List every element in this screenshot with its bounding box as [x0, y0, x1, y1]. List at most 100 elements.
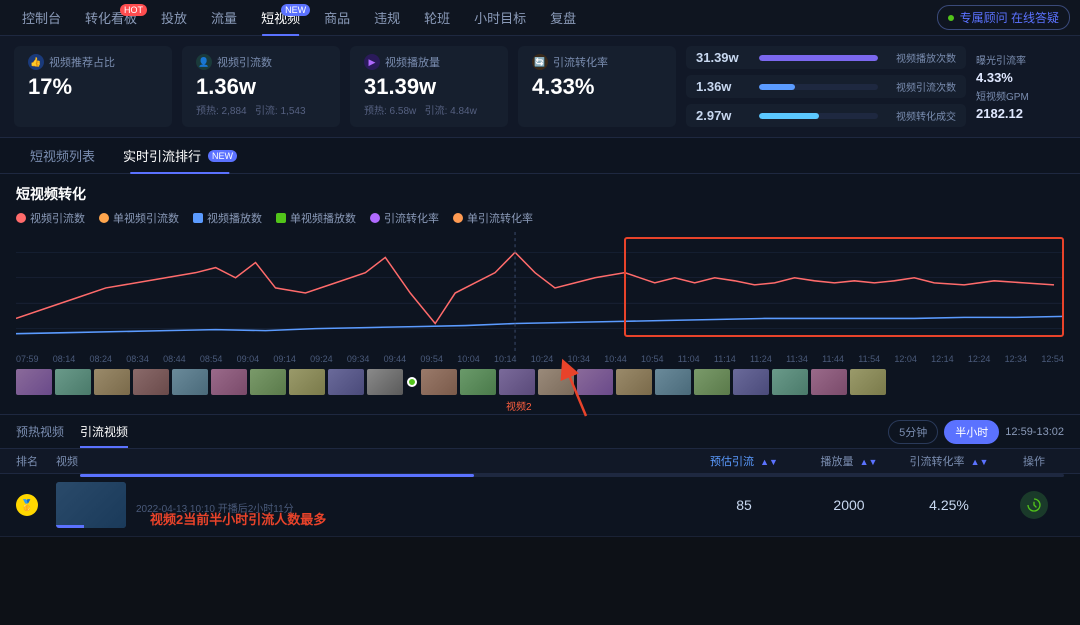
- stat-sub-play: 预热: 6.58w 引流: 4.84w: [364, 102, 494, 117]
- video2-marker: [406, 377, 418, 387]
- stats-right-panel: 31.39w 视频播放次数 1.36w 视频引流次数 2.97w 视频转化成交: [686, 46, 966, 127]
- thumb-4[interactable]: [133, 369, 169, 395]
- video-thumb-img: [56, 482, 126, 528]
- nav-product[interactable]: 商品: [312, 0, 362, 36]
- bottom-tab-flow[interactable]: 引流视频: [80, 419, 128, 444]
- nav-violation[interactable]: 违规: [362, 0, 412, 36]
- th-video: 视频: [56, 453, 684, 469]
- th-action: 操作: [1004, 453, 1064, 469]
- sub-tab-list[interactable]: 短视频列表: [16, 138, 109, 174]
- thumb-11[interactable]: [421, 369, 457, 395]
- right-row-flow: 1.36w 视频引流次数: [686, 75, 966, 98]
- thumb-7[interactable]: [250, 369, 286, 395]
- nav-hourly[interactable]: 小时目标: [462, 0, 538, 36]
- sort-play-icon: ▲▼: [860, 457, 878, 467]
- thumb-1[interactable]: [16, 369, 52, 395]
- flow-icon: 👤: [196, 54, 212, 70]
- th-rate[interactable]: 引流转化率 ▲▼: [894, 453, 1004, 469]
- thumb-17[interactable]: [655, 369, 691, 395]
- legend-sq-single-play: [276, 213, 286, 223]
- right-val-flow: 1.36w: [696, 79, 751, 94]
- th-flow[interactable]: 预估引流 ▲▼: [684, 453, 804, 469]
- advisor-button[interactable]: 专属顾问 在线答疑: [937, 5, 1070, 30]
- nav-conversion[interactable]: 转化看板 HOT: [73, 0, 149, 36]
- right-row-play: 31.39w 视频播放次数: [686, 46, 966, 69]
- nav-shortvideo[interactable]: 短视频 NEW: [249, 0, 312, 36]
- thumb-2[interactable]: [55, 369, 91, 395]
- nav-console[interactable]: 控制台: [10, 0, 73, 36]
- sub-tabs: 短视频列表 实时引流排行 NEW: [0, 138, 1080, 174]
- far-right-exposure-label: 曝光引流率: [976, 52, 1066, 67]
- btn-halfhour[interactable]: 半小时: [944, 420, 999, 444]
- sort-rate-icon: ▲▼: [971, 457, 989, 467]
- thumb-8[interactable]: [289, 369, 325, 395]
- thumb-20[interactable]: [772, 369, 808, 395]
- right-val-convert: 2.97w: [696, 108, 751, 123]
- th-rank: 排名: [16, 453, 56, 469]
- right-bar-fill-flow: [759, 84, 795, 90]
- chart-section: 短视频转化 视频引流数 单视频引流数 视频播放数 单视频播放数 引流转化率 单引…: [0, 174, 1080, 414]
- stat-card-recommend: 👍 视频推荐占比 17%: [14, 46, 172, 127]
- thumb-18[interactable]: [694, 369, 730, 395]
- bottom-tab-preheat[interactable]: 预热视频: [16, 419, 64, 444]
- stat-value-flow: 1.36w: [196, 74, 326, 100]
- stat-sub-flow: 预热: 2,884 引流: 1,543: [196, 102, 326, 117]
- legend-dot-flow: [16, 213, 26, 223]
- legend-dot-single-flow: [99, 213, 109, 223]
- thumb-12[interactable]: [460, 369, 496, 395]
- sub-tab-realtime[interactable]: 实时引流排行 NEW: [109, 138, 251, 174]
- chart-canvas: [16, 232, 1064, 352]
- recommend-icon: 👍: [28, 54, 44, 70]
- sort-flow-icon: ▲▼: [760, 457, 778, 467]
- action-icon-svg: [1026, 497, 1042, 513]
- video2-dot: [407, 377, 417, 387]
- nav-shift[interactable]: 轮班: [412, 0, 462, 36]
- thumb-19[interactable]: [733, 369, 769, 395]
- right-bar-play: [759, 55, 878, 61]
- right-val-play: 31.39w: [696, 50, 751, 65]
- table-header: 排名 视频 预估引流 ▲▼ 播放量 ▲▼ 引流转化率 ▲▼ 操作: [0, 449, 1080, 474]
- legend-play: 视频播放数: [193, 210, 262, 226]
- thumb-9[interactable]: [328, 369, 364, 395]
- row-progress-fill: [80, 474, 474, 477]
- stat-card-rate: 🔄 引流转化率 4.33%: [518, 46, 676, 127]
- legend-dot-rate: [370, 213, 380, 223]
- right-label-convert: 视频转化成交: [886, 108, 956, 123]
- rank-badge: 🥇: [16, 494, 56, 516]
- td-action: [1004, 491, 1064, 519]
- thumb-10[interactable]: [367, 369, 403, 395]
- action-button[interactable]: [1020, 491, 1048, 519]
- thumb-22[interactable]: [850, 369, 886, 395]
- table-row: 🥇 2022-04-13 10:10 开播后2小时11分 85 2000 4.2…: [0, 474, 1080, 537]
- stat-label-rate: 🔄 引流转化率: [532, 54, 662, 70]
- time-buttons: 5分钟 半小时 12:59-13:02: [888, 420, 1064, 444]
- btn-5min[interactable]: 5分钟: [888, 420, 938, 444]
- legend-single-flow: 单视频引流数: [99, 210, 179, 226]
- chart-svg: [16, 232, 1064, 352]
- stat-label-play: ▶ 视频播放量: [364, 54, 494, 70]
- video-date: 2022-04-13 10:10 开播后2小时11分: [136, 500, 684, 515]
- right-bar-flow: [759, 84, 878, 90]
- video2-label: 视频2: [506, 398, 532, 413]
- thumb-21[interactable]: [811, 369, 847, 395]
- right-bar-convert: [759, 113, 878, 119]
- thumb-5[interactable]: [172, 369, 208, 395]
- th-play[interactable]: 播放量 ▲▼: [804, 453, 894, 469]
- nav-traffic[interactable]: 流量: [199, 0, 249, 36]
- far-right-exposure-value: 4.33%: [976, 70, 1066, 85]
- stat-value-rate: 4.33%: [532, 74, 662, 100]
- row-progress-bg: [80, 474, 1064, 477]
- video-thumb[interactable]: [56, 482, 126, 528]
- online-dot: [948, 15, 954, 21]
- td-rate: 4.25%: [894, 497, 1004, 513]
- right-label-flow: 视频引流次数: [886, 79, 956, 94]
- hot-badge: HOT: [120, 4, 147, 16]
- stat-value-play: 31.39w: [364, 74, 494, 100]
- nav-review[interactable]: 复盘: [538, 0, 588, 36]
- nav-delivery[interactable]: 投放: [149, 0, 199, 36]
- thumb-6[interactable]: [211, 369, 247, 395]
- stat-card-play: ▶ 视频播放量 31.39w 预热: 6.58w 引流: 4.84w: [350, 46, 508, 127]
- thumb-3[interactable]: [94, 369, 130, 395]
- thumb-13[interactable]: [499, 369, 535, 395]
- chart-legend: 视频引流数 单视频引流数 视频播放数 单视频播放数 引流转化率 单引流转化率: [16, 210, 1064, 226]
